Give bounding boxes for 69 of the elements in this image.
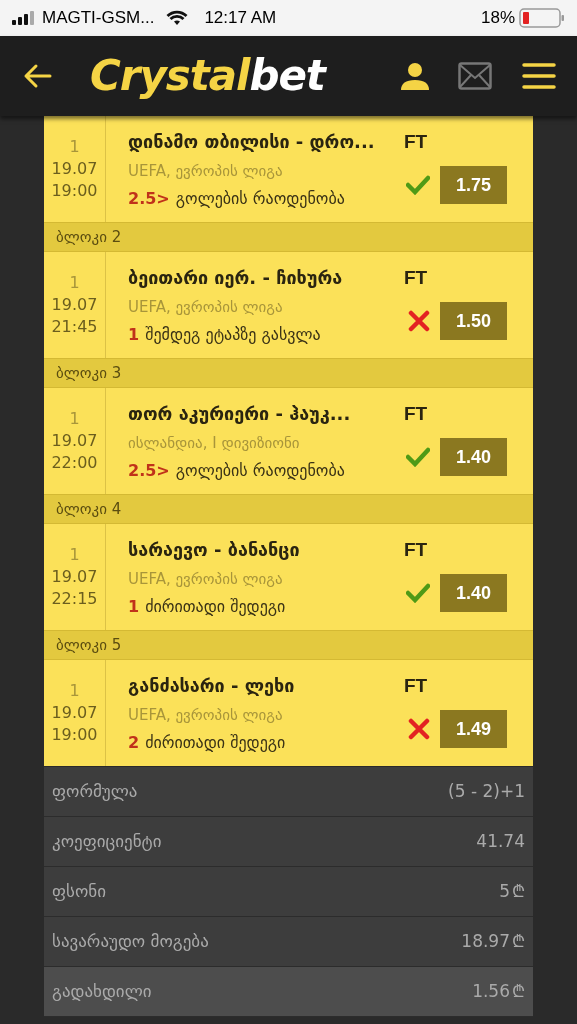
event-date: 19.07 <box>51 158 98 180</box>
clock-time: 12:17 AM <box>204 7 277 30</box>
user-icon <box>400 62 430 90</box>
event-time: 22:00 <box>51 452 98 474</box>
match-title: ბეითარი იერ. - ჩიხურა <box>128 266 344 291</box>
event-time: 19:00 <box>51 724 98 746</box>
summary-value: (5 - 2)+1 <box>448 779 525 803</box>
back-arrow-icon <box>22 63 52 89</box>
odds-value: 1.40 <box>440 438 507 477</box>
odds-value: 1.49 <box>440 710 507 749</box>
match-title: სარაევო - ბანანცი <box>128 538 301 563</box>
event-count: 1 <box>69 136 80 158</box>
summary-label: გადახდილი <box>52 979 152 1003</box>
event-count: 1 <box>69 544 80 566</box>
match-status: FT <box>404 129 428 154</box>
block-header: ბლოკი 5 <box>44 630 533 660</box>
market-name: ძირითადი შედეგი <box>145 595 286 618</box>
match-title: თორ აკურიერი - ჰაუკ... <box>128 402 352 427</box>
match-status: FT <box>404 673 428 698</box>
match-status: FT <box>404 537 428 562</box>
summary-value: 18.97₾ <box>461 929 525 953</box>
carrier-name: MAGTI-GSM... <box>42 7 155 30</box>
summary-value: 1.56₾ <box>472 979 525 1003</box>
block-header: ბლოკი 3 <box>44 358 533 388</box>
summary-value: 5₾ <box>499 879 525 903</box>
event-count: 1 <box>69 408 80 430</box>
summary-label: სავარაუდო მოგება <box>52 929 209 953</box>
match-status: FT <box>404 265 428 290</box>
odds-value: 1.50 <box>440 302 507 341</box>
league-name: UEFA, ევროპის ლიგა <box>128 161 284 182</box>
summary-label: ფორმულა <box>52 779 138 803</box>
odds-value: 1.40 <box>440 574 507 613</box>
league-name: UEFA, ევროპის ლიგა <box>128 297 284 318</box>
league-name: ისლანდია, I დივიზიონი <box>128 433 301 454</box>
menu-icon <box>522 62 556 90</box>
match-title: დინამო თბილისი - დრო... <box>128 130 376 155</box>
bet-pick: 2 <box>128 731 140 754</box>
event-count: 1 <box>69 680 80 702</box>
bet-pick: 2.5> <box>128 459 170 482</box>
market-name: გოლების რაოდენობა <box>175 459 345 482</box>
market-name: შემდეგ ეტაპზე გასვლა <box>145 323 321 346</box>
market-name: ძირითადი შედეგი <box>145 731 286 754</box>
envelope-icon <box>458 62 492 90</box>
battery-icon <box>519 8 565 28</box>
match-title: განძასარი - ლეხი <box>128 674 296 699</box>
block-header: ბლოკი 2 <box>44 222 533 252</box>
event-date: 19.07 <box>51 294 98 316</box>
battery-percent: 18% <box>480 7 515 30</box>
match-status: FT <box>404 401 428 426</box>
event-time: 19:00 <box>51 180 98 202</box>
event-time: 22:15 <box>51 588 98 610</box>
summary-value: 41.74 <box>476 829 525 853</box>
brand-logo: Crystalbet <box>90 55 325 97</box>
event-date: 19.07 <box>51 430 98 452</box>
league-name: UEFA, ევროპის ლიგა <box>128 569 284 590</box>
market-name: გოლების რაოდენობა <box>175 187 345 210</box>
block-header: ბლოკი 4 <box>44 494 533 524</box>
event-date: 19.07 <box>51 702 98 724</box>
bet-pick: 1 <box>128 323 140 346</box>
summary-label: ფსონი <box>52 879 106 903</box>
summary-label: კოეფიციენტი <box>52 829 162 853</box>
wifi-icon <box>166 10 189 26</box>
bet-pick: 2.5> <box>128 187 170 210</box>
league-name: UEFA, ევროპის ლიგა <box>128 705 284 726</box>
event-date: 19.07 <box>51 566 98 588</box>
event-count: 1 <box>69 272 80 294</box>
event-time: 21:45 <box>51 316 98 338</box>
odds-value: 1.75 <box>440 166 507 205</box>
bet-pick: 1 <box>128 595 140 618</box>
